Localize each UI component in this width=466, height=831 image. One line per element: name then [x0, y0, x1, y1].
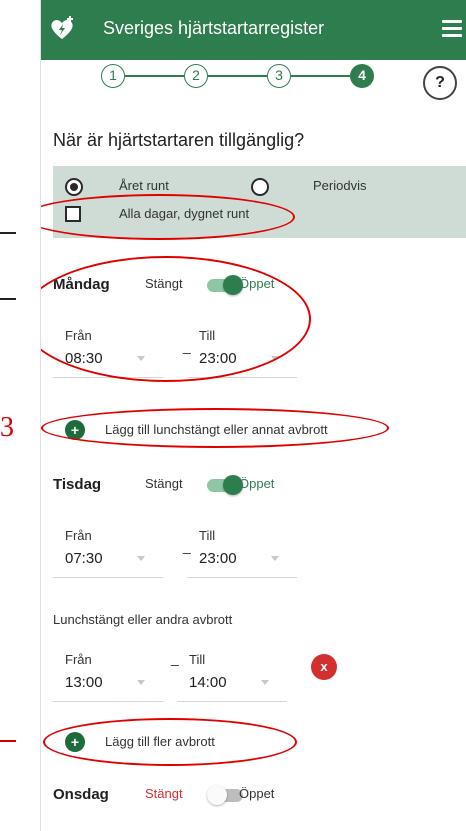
chevron-down-icon	[137, 356, 145, 361]
closed-label: Stängt	[145, 276, 183, 291]
field-value: 08:30	[65, 350, 103, 367]
all-days-label: Alla dagar, dygnet runt	[119, 206, 250, 221]
year-round-label: Året runt	[119, 178, 169, 193]
periodic-label: Periodvis	[313, 178, 367, 193]
page-margin: 3	[0, 0, 40, 831]
to-time-select[interactable]: Till 23:00	[187, 528, 297, 578]
step-3[interactable]: 3	[267, 64, 291, 88]
step-connector	[291, 75, 350, 77]
margin-mark	[0, 740, 16, 742]
day-tuesday: Tisdag Stängt Öppet Från 07:30 _ Till 23…	[53, 470, 466, 790]
add-more-break-button[interactable]: +	[65, 732, 85, 752]
periodic-radio[interactable]	[251, 178, 269, 196]
day-name: Måndag	[53, 276, 110, 293]
app-window: Sveriges hjärtstartarregister 1 2 3 4 ? …	[40, 0, 466, 831]
break-heading: Lunchstängt eller andra avbrott	[53, 612, 233, 627]
year-round-radio[interactable]	[65, 178, 83, 196]
break-to-select[interactable]: Till 14:00	[177, 652, 287, 702]
chevron-down-icon	[261, 680, 269, 685]
margin-mark	[0, 298, 16, 300]
top-bar: Sveriges hjärtstartarregister	[41, 0, 466, 60]
chevron-down-icon	[137, 556, 145, 561]
add-more-break-label[interactable]: Lägg till fler avbrott	[105, 734, 215, 749]
break-from-select[interactable]: Från 13:00	[53, 652, 163, 702]
chevron-down-icon	[137, 680, 145, 685]
field-value: 14:00	[189, 674, 227, 691]
hamburger-menu-icon[interactable]	[442, 20, 462, 38]
help-button[interactable]: ?	[423, 66, 457, 100]
field-value: 23:00	[199, 550, 237, 567]
margin-digit: 3	[0, 412, 14, 443]
step-4[interactable]: 4	[350, 64, 374, 88]
field-label: Från	[65, 328, 92, 343]
step-connector	[125, 75, 184, 77]
day-name: Onsdag	[53, 786, 109, 803]
step-connector	[208, 75, 267, 77]
to-time-select[interactable]: Till 23:00	[187, 328, 297, 378]
closed-label: Stängt	[145, 476, 183, 491]
chevron-down-icon	[271, 356, 279, 361]
field-label: Från	[65, 528, 92, 543]
app-title: Sveriges hjärtstartarregister	[103, 18, 325, 38]
field-label: Från	[65, 652, 92, 667]
add-break-label[interactable]: Lägg till lunchstängt eller annat avbrot…	[105, 422, 328, 437]
from-time-select[interactable]: Från 07:30	[53, 528, 163, 578]
margin-mark	[0, 232, 16, 234]
from-time-select[interactable]: Från 08:30	[53, 328, 163, 378]
day-monday: Måndag Stängt Öppet Från 08:30 _ Till 23…	[53, 270, 466, 470]
open-label: Öppet	[239, 476, 275, 491]
open-label: Öppet	[239, 276, 275, 291]
add-break-button[interactable]: +	[65, 420, 85, 440]
field-value: 23:00	[199, 350, 237, 367]
open-label: Öppet	[239, 786, 275, 801]
step-1[interactable]: 1	[101, 64, 125, 88]
day-wednesday: Onsdag Stängt Öppet	[53, 780, 466, 831]
field-value: 07:30	[65, 550, 103, 567]
heart-defibrillator-icon[interactable]	[49, 16, 75, 42]
chevron-down-icon	[271, 556, 279, 561]
availability-panel: Året runt Periodvis Alla dagar, dygnet r…	[53, 166, 466, 238]
remove-break-button[interactable]: x	[311, 654, 337, 680]
field-label: Till	[199, 528, 216, 543]
step-2[interactable]: 2	[184, 64, 208, 88]
page-question: När är hjärtstartaren tillgänglig?	[53, 130, 305, 150]
field-value: 13:00	[65, 674, 103, 691]
all-days-checkbox[interactable]	[65, 206, 81, 222]
progress-stepper: 1 2 3 4	[101, 64, 391, 94]
field-label: Till	[199, 328, 216, 343]
closed-label: Stängt	[145, 786, 183, 801]
day-name: Tisdag	[53, 476, 102, 493]
field-label: Till	[189, 652, 206, 667]
